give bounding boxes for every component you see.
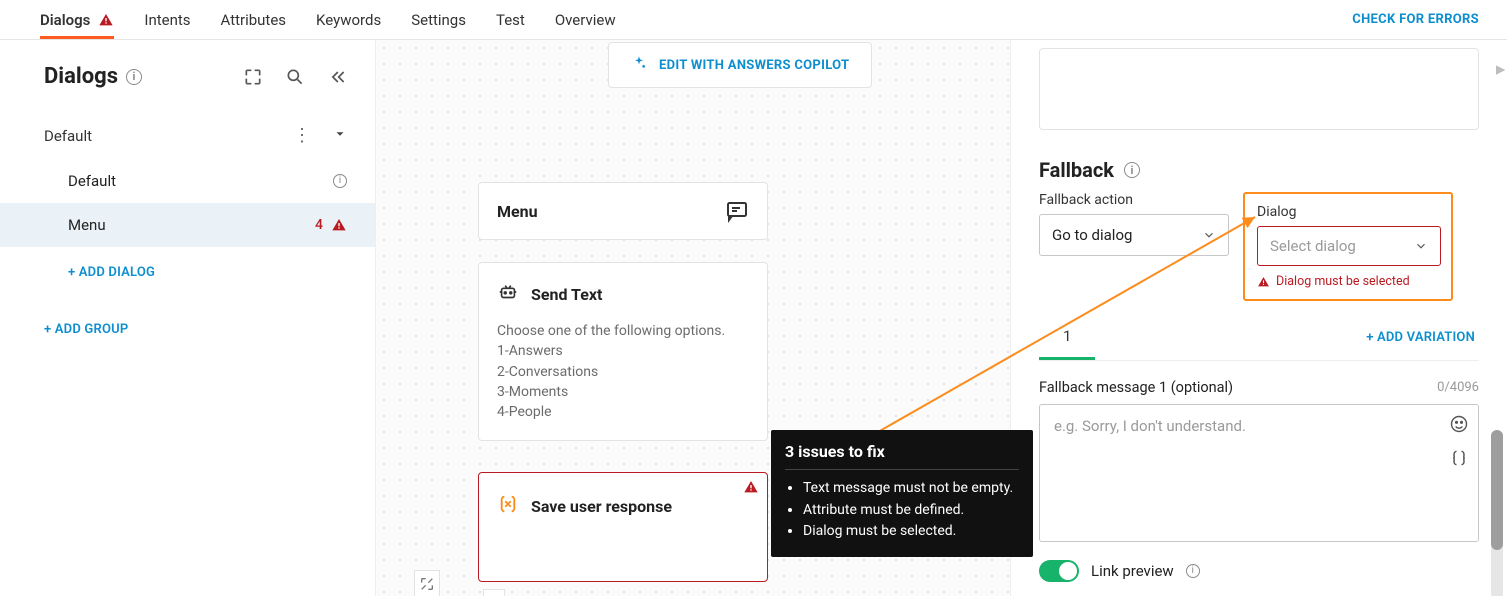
info-icon[interactable]: i	[333, 174, 347, 188]
fallback-action-select[interactable]: Go to dialog	[1039, 214, 1229, 256]
group-default[interactable]: Default ⋮	[0, 113, 375, 159]
node-menu[interactable]: Menu	[478, 182, 768, 240]
tab-keywords[interactable]: Keywords	[316, 11, 381, 39]
warning-icon	[1257, 275, 1270, 288]
tooltip-title: 3 issues to fix	[785, 442, 1019, 470]
warning-icon	[743, 479, 759, 495]
tab-label: Dialogs	[40, 11, 90, 29]
node-title: Send Text	[531, 285, 602, 304]
node-title: Save user response	[531, 497, 672, 516]
sidebar-title: Dialogs i	[44, 64, 142, 89]
tab-label: Keywords	[316, 11, 381, 29]
dialog-field-highlight: Dialog Select dialog Dialog must be sele…	[1243, 192, 1453, 301]
fallback-message-input[interactable]	[1039, 404, 1479, 542]
group-label: Default	[44, 127, 92, 145]
tab-test[interactable]: Test	[496, 11, 525, 39]
main-tabs: Dialogs Intents Attributes Keywords Sett…	[40, 0, 616, 39]
sidebar: Dialogs i Default ⋮ Default i Menu 4	[0, 40, 376, 596]
tab-label: Intents	[144, 11, 190, 29]
link-preview-toggle[interactable]	[1039, 560, 1079, 582]
add-group-button[interactable]: + ADD GROUP	[44, 322, 128, 337]
collapse-icon[interactable]	[327, 67, 347, 87]
info-icon[interactable]: i	[1186, 564, 1200, 578]
sparkle-icon	[631, 55, 647, 75]
tab-settings[interactable]: Settings	[411, 11, 466, 39]
add-variation-button[interactable]: + ADD VARIATION	[1366, 330, 1479, 345]
issues-tooltip: 3 issues to fix Text message must not be…	[771, 430, 1033, 557]
toggle-label: Link preview	[1091, 562, 1174, 580]
flow-canvas[interactable]: EDIT WITH ANSWERS COPILOT Menu Send Text…	[376, 40, 1011, 596]
bot-icon	[497, 281, 519, 307]
dialog-label: Default	[68, 172, 116, 190]
emoji-icon[interactable]	[1449, 414, 1469, 438]
port-icon[interactable]	[483, 589, 505, 596]
field-label: Fallback action	[1039, 192, 1229, 208]
error-text: Dialog must be selected	[1276, 274, 1410, 289]
node-send-text[interactable]: Send Text Choose one of the following op…	[478, 262, 768, 441]
warning-icon	[98, 12, 114, 28]
chevron-down-icon	[1202, 228, 1216, 242]
tab-label: Attributes	[221, 11, 287, 29]
select-value: Go to dialog	[1052, 226, 1132, 244]
variation-tab-1[interactable]: 1	[1039, 315, 1095, 360]
char-counter: 0/4096	[1437, 380, 1479, 395]
tooltip-item: Dialog must be selected.	[803, 521, 1019, 543]
section-title: Fallback	[1039, 158, 1114, 182]
properties-panel: ▲ Fallback i Fallback action Go to dialo…	[1011, 40, 1507, 596]
field-label: Fallback message 1 (optional)	[1039, 379, 1233, 396]
sidebar-title-text: Dialogs	[44, 64, 118, 89]
dialog-label: Menu	[68, 216, 106, 234]
variable-icon	[497, 493, 519, 519]
node-body: Choose one of the following options. 1-A…	[497, 321, 749, 422]
message-icon	[725, 199, 749, 223]
dialog-item-menu[interactable]: Menu 4	[0, 203, 375, 247]
select-placeholder: Select dialog	[1270, 237, 1356, 255]
variable-insert-icon[interactable]	[1449, 448, 1469, 472]
tab-label: Test	[496, 11, 525, 29]
check-errors-button[interactable]: CHECK FOR ERRORS	[1352, 12, 1479, 39]
info-icon[interactable]: i	[126, 69, 142, 85]
add-dialog-button[interactable]: + ADD DIALOG	[68, 265, 155, 280]
tab-intents[interactable]: Intents	[144, 11, 190, 39]
collapse-panel-icon[interactable]: ▲	[1491, 62, 1507, 78]
node-title: Menu	[497, 202, 538, 221]
info-icon[interactable]: i	[1124, 162, 1140, 178]
warning-icon	[331, 217, 347, 233]
search-icon[interactable]	[285, 67, 305, 87]
scrollbar-thumb[interactable]	[1491, 430, 1503, 550]
error-count: 4	[315, 217, 323, 233]
dialog-item-default[interactable]: Default i	[0, 159, 375, 203]
tab-dialogs[interactable]: Dialogs	[40, 11, 114, 39]
tab-label: Settings	[411, 11, 466, 29]
top-bar: Dialogs Intents Attributes Keywords Sett…	[0, 0, 1507, 40]
tooltip-item: Text message must not be empty.	[803, 478, 1019, 500]
select-icon[interactable]	[243, 67, 263, 87]
field-error: Dialog must be selected	[1257, 274, 1439, 289]
field-label: Dialog	[1257, 204, 1439, 220]
edit-copilot-button[interactable]: EDIT WITH ANSWERS COPILOT	[608, 42, 872, 88]
tab-overview[interactable]: Overview	[555, 11, 616, 39]
chevron-down-icon	[1414, 239, 1428, 253]
tab-attributes[interactable]: Attributes	[221, 11, 287, 39]
fallback-dialog-select[interactable]: Select dialog	[1257, 226, 1441, 266]
preview-box	[1039, 48, 1479, 130]
expand-handle[interactable]	[414, 570, 440, 596]
copilot-label: EDIT WITH ANSWERS COPILOT	[659, 58, 849, 73]
tab-label: Overview	[555, 11, 616, 29]
node-save-response[interactable]: Save user response	[478, 472, 768, 582]
caret-down-icon[interactable]	[333, 127, 347, 145]
tooltip-item: Attribute must be defined.	[803, 500, 1019, 522]
more-icon[interactable]: ⋮	[293, 127, 311, 145]
